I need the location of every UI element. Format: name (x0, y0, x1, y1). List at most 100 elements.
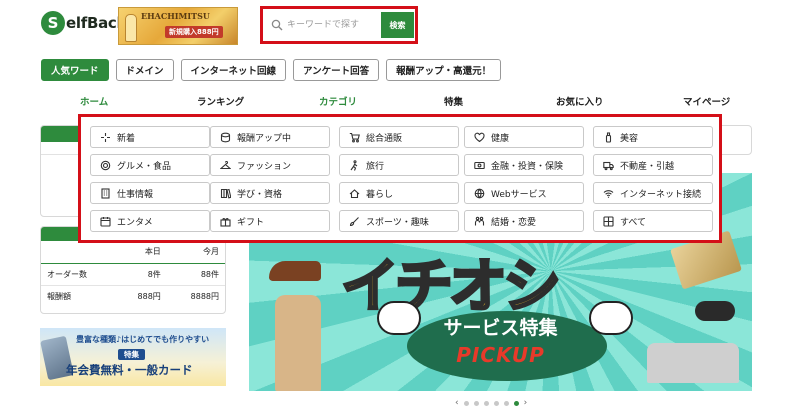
couple-icon (474, 216, 485, 225)
category-couple[interactable]: 結婚・恋愛 (464, 210, 584, 232)
category-walker[interactable]: 旅行 (339, 154, 459, 176)
header-ad-banner[interactable]: EHACHIMITSU 新規購入888円 (118, 7, 238, 45)
grid-icon (603, 215, 614, 227)
brush-icon (349, 216, 359, 226)
category-utensils[interactable]: グルメ・食品 (90, 154, 210, 176)
credit-card-ad[interactable]: 豊富な種類♪はじめてでも作りやすい 特集 年会費無料・一般カード (40, 328, 226, 386)
category-truck[interactable]: 不動産・引越 (593, 154, 713, 176)
category-label: 報酬アップ中 (237, 133, 292, 144)
carousel-next-icon[interactable]: › (524, 398, 528, 408)
hanger-icon (220, 160, 231, 169)
category-label: 暮らし (366, 189, 394, 200)
category-label: グルメ・食品 (117, 161, 172, 172)
category-calendar[interactable]: エンタメ (90, 210, 210, 232)
home-icon (349, 188, 360, 198)
category-label: 不動産・引越 (620, 161, 675, 172)
main-nav: ホーム ランキング カテゴリ 特集 お気に入り マイページ (62, 94, 752, 110)
stats-row-label: オーダー数 (41, 262, 116, 285)
chip-2[interactable]: インターネット回線 (180, 59, 287, 81)
nav-item-2[interactable]: カテゴリ (319, 94, 357, 108)
popular-word-chips: 人気ワード ドメイン インターネット回線 アンケート回答 報酬アップ・高還元！ (41, 59, 502, 81)
stats-header-row: 本日 今月 (41, 241, 225, 263)
building-icon (101, 187, 110, 199)
chip-1[interactable]: ドメイン (115, 59, 174, 81)
ad-headline: 年会費無料・一般カード (66, 363, 193, 377)
stats-row-label: 報酬額 (41, 284, 116, 307)
carousel-dot[interactable] (503, 400, 509, 406)
category-label: 総合通販 (366, 133, 403, 144)
category-grid[interactable]: すべて (593, 210, 713, 232)
category-money[interactable]: 金融・投資・保険 (464, 154, 584, 176)
category-label: ギフト (237, 217, 265, 228)
category-label: 学び・資格 (237, 189, 283, 200)
search-button[interactable]: 検索 (381, 12, 414, 38)
category-label: インターネット接続 (620, 189, 702, 200)
table-row: 報酬額 888円 8888円 (41, 284, 225, 307)
stats-table: 本日 今月 オーダー数 8件 88件 報酬額 888円 8888円 (41, 241, 225, 307)
table-row: オーダー数 8件 88件 (41, 262, 225, 285)
category-label: 金融・投資・保険 (491, 161, 564, 172)
category-dropdown: 新着 報酬アップ中 総合通販 健康 美容グルメ・食品 ファッション 旅行 金融・投資・保険 不動… (78, 114, 722, 243)
category-label: ファッション (237, 161, 292, 172)
walker-icon (350, 159, 358, 171)
category-building[interactable]: 仕事情報 (90, 182, 210, 204)
search-box: 検索 (260, 6, 418, 44)
carousel-pager: ‹ › (455, 398, 527, 408)
category-brush[interactable]: スポーツ・趣味 (339, 210, 459, 232)
nav-item-4[interactable]: お気に入り (556, 94, 604, 108)
gift-icon (220, 217, 231, 227)
hero-subtitle: サービス特集 (443, 317, 558, 339)
ad-brand: EHACHIMITSU (141, 11, 210, 21)
wifi-icon (603, 189, 614, 198)
stats-col-today: 本日 (144, 247, 161, 257)
search-icon (271, 19, 283, 31)
money-icon (474, 161, 485, 169)
category-sparkle[interactable]: 新着 (90, 126, 210, 148)
site-logo[interactable]: S elfBack (41, 11, 126, 35)
category-coins[interactable]: 報酬アップ中 (210, 126, 330, 148)
honey-bottle-icon (125, 14, 137, 42)
category-books[interactable]: 学び・資格 (210, 182, 330, 204)
nav-item-1[interactable]: ランキング (197, 94, 244, 108)
nav-item-3[interactable]: 特集 (444, 94, 463, 108)
search-input[interactable] (287, 14, 379, 36)
chip-0[interactable]: 人気ワード (41, 59, 109, 81)
category-gift[interactable]: ギフト (210, 210, 330, 232)
carousel-dot[interactable] (513, 400, 519, 406)
coins-icon (220, 132, 231, 142)
sparkle-icon (101, 132, 110, 142)
category-label: 新着 (117, 133, 136, 144)
carousel-dot[interactable] (473, 400, 479, 406)
category-bottle[interactable]: 美容 (593, 126, 713, 148)
category-label: 結婚・恋愛 (491, 217, 537, 228)
category-label: 美容 (620, 133, 639, 144)
nav-item-5[interactable]: マイページ (683, 94, 730, 108)
category-label: すべて (620, 217, 647, 228)
category-home[interactable]: 暮らし (339, 182, 459, 204)
calendar-icon (100, 216, 111, 227)
category-label: スポーツ・趣味 (366, 217, 429, 228)
category-globe[interactable]: Webサービス (464, 182, 584, 204)
category-heart-pulse[interactable]: 健康 (464, 126, 584, 148)
ad-badge: 新規購入888円 (165, 26, 223, 38)
heart-pulse-icon (474, 132, 485, 142)
nav-item-0[interactable]: ホーム (80, 94, 108, 108)
category-label: 仕事情報 (117, 189, 154, 200)
chip-4[interactable]: 報酬アップ・高還元！ (386, 59, 502, 81)
carousel-dot[interactable] (463, 400, 469, 406)
category-wifi[interactable]: インターネット接続 (593, 182, 713, 204)
logo-mark: S (41, 11, 65, 35)
truck-icon (603, 161, 614, 170)
shoes-image (269, 261, 321, 281)
globe-icon (474, 188, 485, 198)
category-cart[interactable]: 総合通販 (339, 126, 459, 148)
category-hanger[interactable]: ファッション (210, 154, 330, 176)
carousel-prev-icon[interactable]: ‹ (455, 398, 459, 408)
stats-cell: 88件 (166, 262, 225, 285)
hero-title: イチオシ (339, 251, 562, 322)
chip-3[interactable]: アンケート回答 (293, 59, 380, 81)
carousel-dot[interactable] (493, 400, 499, 406)
carousel-dot[interactable] (483, 400, 489, 406)
category-label: 健康 (491, 133, 510, 144)
hero-pickup: PICKUP (456, 343, 545, 367)
